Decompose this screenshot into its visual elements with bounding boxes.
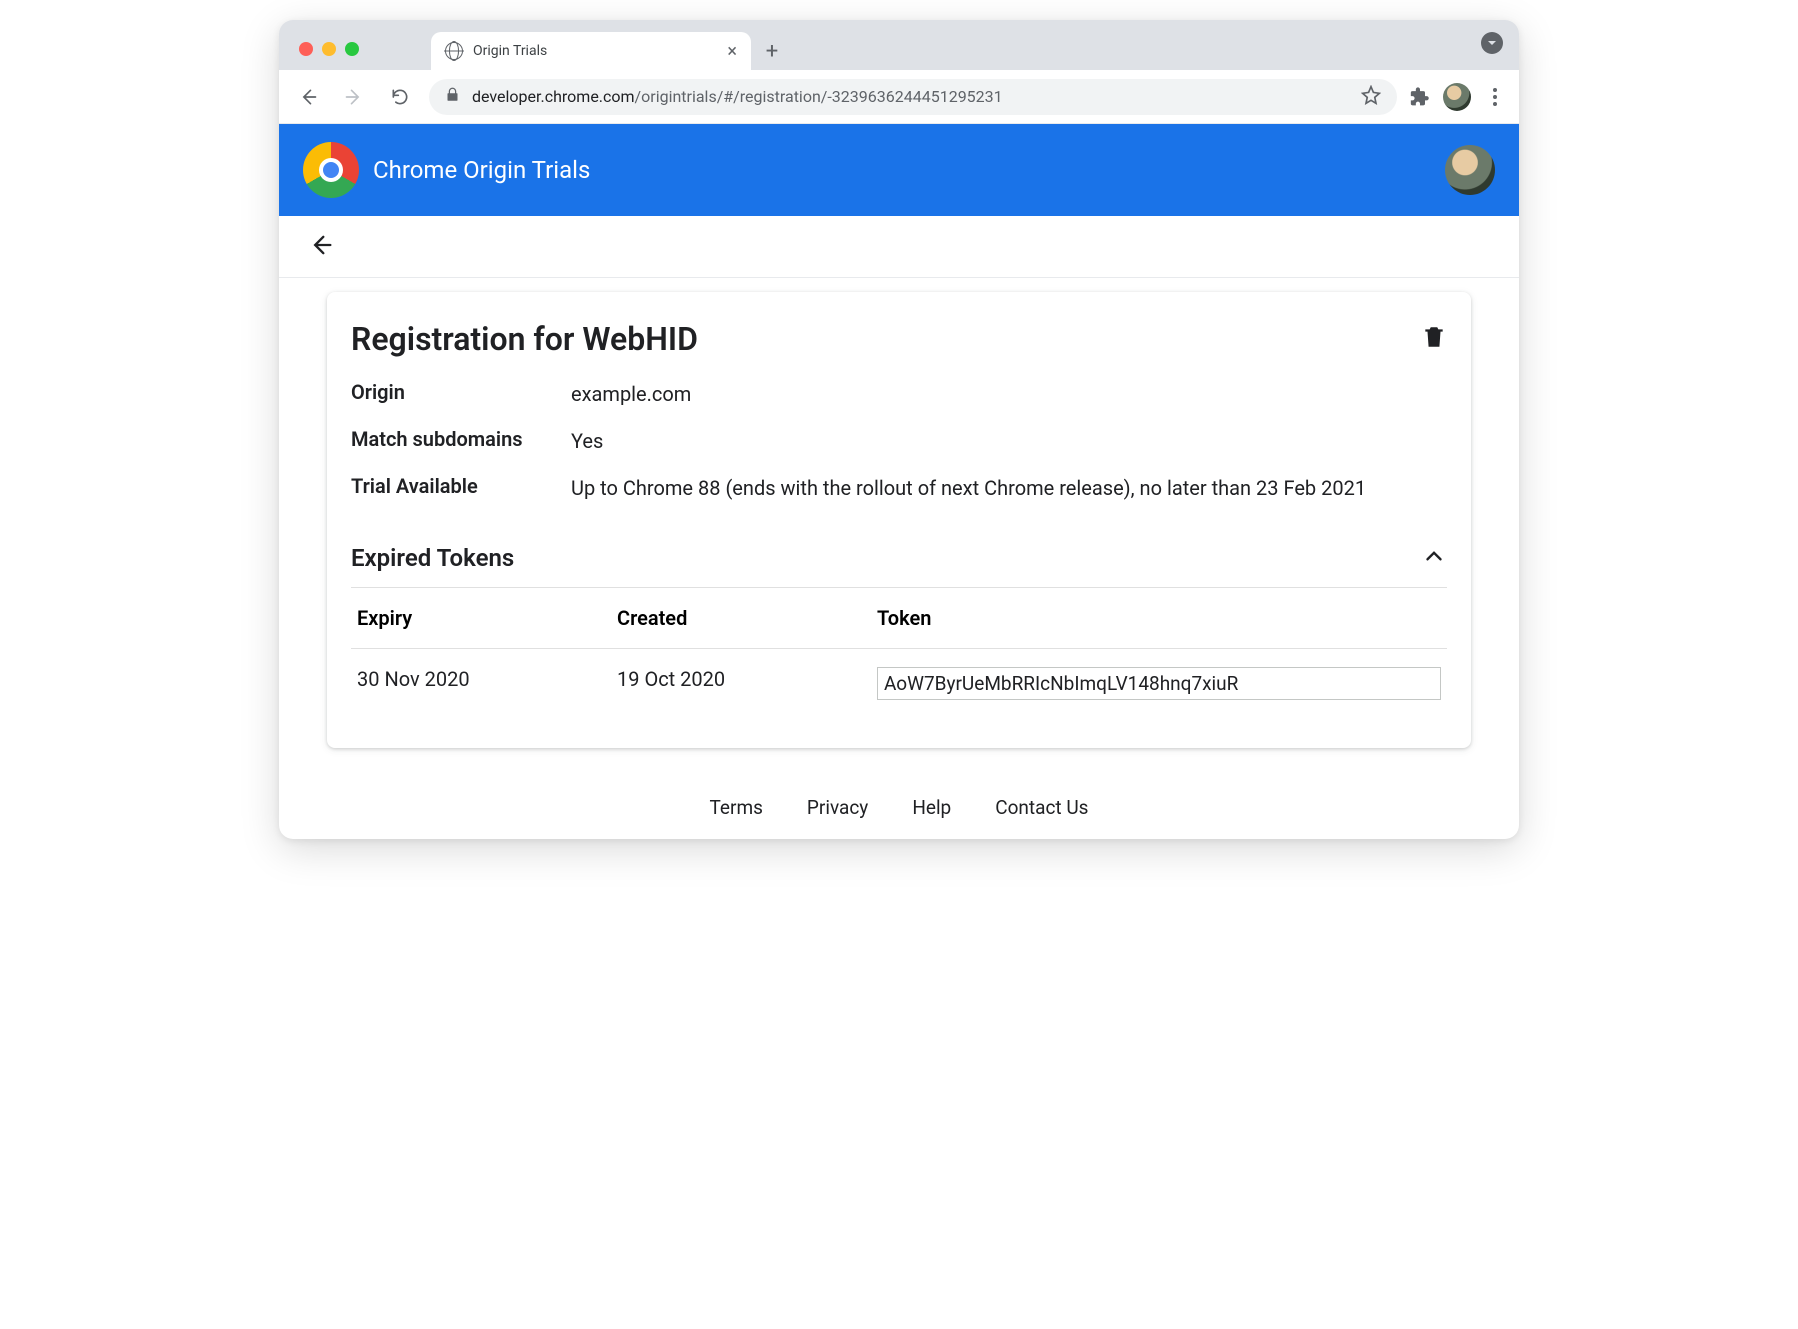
close-window-button[interactable]	[299, 42, 313, 56]
column-token: Token	[877, 606, 1441, 630]
cell-token	[877, 667, 1441, 700]
delete-button[interactable]	[1421, 324, 1447, 354]
trial-available-label: Trial Available	[351, 474, 571, 503]
maximize-window-button[interactable]	[345, 42, 359, 56]
column-created: Created	[617, 606, 877, 630]
chevron-up-icon	[1421, 543, 1447, 569]
url-text: developer.chrome.com/origintrials/#/regi…	[472, 87, 1349, 106]
collapse-button[interactable]	[1421, 543, 1447, 573]
reload-button[interactable]	[383, 80, 417, 114]
window-controls	[291, 42, 371, 70]
footer-link-privacy[interactable]: Privacy	[807, 796, 868, 819]
expired-tokens-heading: Expired Tokens	[351, 544, 514, 572]
token-input[interactable]	[877, 667, 1441, 700]
bookmark-button[interactable]	[1361, 85, 1381, 109]
tab-title: Origin Trials	[473, 43, 547, 59]
cell-created: 19 Oct 2020	[617, 667, 877, 700]
trial-available-value: Up to Chrome 88 (ends with the rollout o…	[571, 474, 1447, 503]
browser-menu-button[interactable]	[1483, 88, 1507, 106]
match-subdomains-label: Match subdomains	[351, 427, 571, 456]
page-title: Registration for WebHID	[351, 320, 698, 358]
back-navigation-row	[279, 216, 1519, 278]
column-expiry: Expiry	[357, 606, 617, 630]
table-row: 30 Nov 2020 19 Oct 2020	[351, 649, 1447, 718]
profile-avatar[interactable]	[1443, 83, 1471, 111]
expired-tokens-header[interactable]: Expired Tokens	[351, 543, 1447, 588]
browser-tab[interactable]: Origin Trials ×	[431, 32, 751, 70]
back-button[interactable]	[291, 80, 325, 114]
registration-info: Origin example.com Match subdomains Yes …	[351, 380, 1447, 503]
tab-menu-button[interactable]	[1481, 32, 1503, 54]
extensions-button[interactable]	[1409, 86, 1431, 108]
main-content: Registration for WebHID Origin example.c…	[279, 278, 1519, 768]
app-header: Chrome Origin Trials	[279, 124, 1519, 216]
chrome-logo-icon	[303, 142, 359, 198]
lock-icon	[445, 86, 460, 107]
user-avatar[interactable]	[1445, 145, 1495, 195]
tokens-table: Expiry Created Token 30 Nov 2020 19 Oct …	[351, 588, 1447, 718]
table-header-row: Expiry Created Token	[351, 588, 1447, 649]
footer-link-terms[interactable]: Terms	[710, 796, 763, 819]
footer-link-help[interactable]: Help	[912, 796, 951, 819]
chevron-down-icon	[1486, 37, 1498, 49]
card-header: Registration for WebHID	[351, 320, 1447, 358]
cell-expiry: 30 Nov 2020	[357, 667, 617, 700]
forward-button	[337, 80, 371, 114]
app-title: Chrome Origin Trials	[373, 156, 590, 184]
trash-icon	[1421, 324, 1447, 350]
browser-toolbar: developer.chrome.com/origintrials/#/regi…	[279, 70, 1519, 124]
tab-close-button[interactable]: ×	[727, 41, 737, 62]
new-tab-button[interactable]: +	[757, 36, 787, 66]
footer-link-contact[interactable]: Contact Us	[995, 796, 1088, 819]
page-back-button[interactable]	[307, 231, 335, 263]
address-bar[interactable]: developer.chrome.com/origintrials/#/regi…	[429, 79, 1397, 115]
match-subdomains-value: Yes	[571, 427, 1447, 456]
browser-window: Origin Trials × + developer.chrome.com/o…	[279, 20, 1519, 839]
tab-strip: Origin Trials × +	[279, 20, 1519, 70]
registration-card: Registration for WebHID Origin example.c…	[327, 292, 1471, 748]
origin-label: Origin	[351, 380, 571, 409]
globe-icon	[445, 42, 463, 60]
minimize-window-button[interactable]	[322, 42, 336, 56]
origin-value: example.com	[571, 380, 1447, 409]
page-footer: Terms Privacy Help Contact Us	[279, 768, 1519, 839]
